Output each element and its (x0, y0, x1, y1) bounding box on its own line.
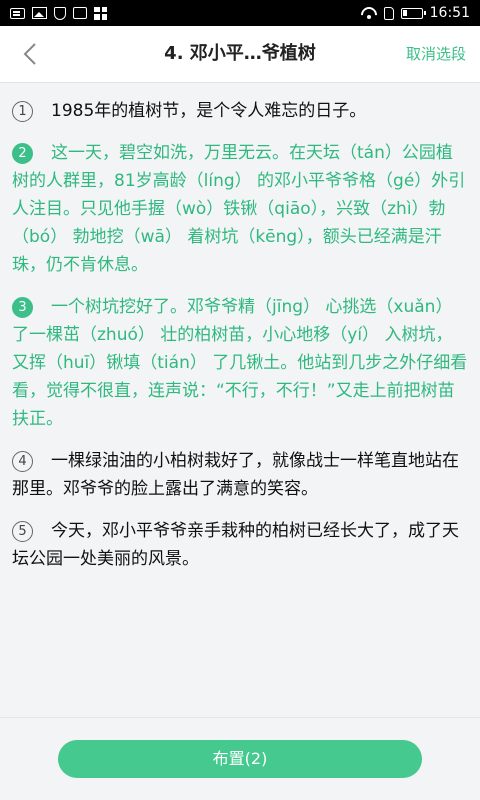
paragraph-number: 1 (12, 101, 33, 122)
apps-grid-icon (94, 6, 107, 20)
app-header: 4. 邓小平…爷植树 取消选段 (0, 26, 480, 83)
status-bar: 16:51 (0, 0, 480, 26)
image-icon (32, 7, 47, 19)
battery-icon (400, 7, 426, 19)
paragraph-5[interactable]: 5 今天，邓小平爷爷亲手栽种的柏树已经长大了，成了天坛公园一处美丽的风景。 (12, 517, 468, 573)
chevron-left-icon (23, 43, 36, 65)
paragraph-text: 1985年的植树节，是个令人难忘的日子。 (51, 101, 367, 121)
paragraph-1[interactable]: 1 1985年的植树节，是个令人难忘的日子。 (12, 97, 468, 125)
sim-icon (383, 6, 394, 20)
status-time: 16:51 (429, 5, 470, 21)
paragraph-3[interactable]: 3 一个树坑挖好了。邓爷爷精（jīng） 心挑选（xuǎn） 了一棵茁（zhuó）… (12, 293, 468, 433)
status-icons-right: 16:51 (361, 5, 470, 21)
paragraph-number: 4 (12, 451, 33, 472)
paragraph-number: 5 (12, 521, 33, 542)
article-content: 1 1985年的植树节，是个令人难忘的日子。 2 这一天，碧空如洗，万里无云。在天坛… (0, 83, 480, 573)
paragraph-4[interactable]: 4 一棵绿油油的小柏树栽好了，就像战士一样笔直地站在那里。邓爷爷的脸上露出了满意的… (12, 447, 468, 503)
paragraph-text: 今天，邓小平爷爷亲手栽种的柏树已经长大了，成了天坛公园一处美丽的风景。 (12, 521, 459, 569)
paragraph-text: 这一天，碧空如洗，万里无云。在天坛（tán）公园植树的人群里，81岁高龄（lín… (12, 143, 466, 275)
footer-bar: 布置(2) (0, 717, 480, 800)
back-button[interactable] (12, 36, 48, 72)
paragraph-2[interactable]: 2 这一天，碧空如洗，万里无云。在天坛（tán）公园植树的人群里，81岁高龄（lí… (12, 139, 468, 279)
wifi-icon (361, 7, 377, 19)
bag-icon (73, 7, 87, 19)
assign-button[interactable]: 布置(2) (58, 740, 422, 778)
message-icon (10, 7, 25, 19)
paragraph-text: 一个树坑挖好了。邓爷爷精（jīng） 心挑选（xuǎn） 了一棵茁（zhuó） … (12, 297, 468, 429)
cancel-selection-button[interactable]: 取消选段 (406, 26, 466, 82)
status-icons-left (10, 6, 107, 20)
shield-icon (54, 6, 66, 20)
paragraph-text: 一棵绿油油的小柏树栽好了，就像战士一样笔直地站在那里。邓爷爷的脸上露出了满意的笑… (12, 451, 459, 499)
paragraph-number-selected: 3 (12, 297, 33, 318)
paragraph-number-selected: 2 (12, 143, 33, 164)
